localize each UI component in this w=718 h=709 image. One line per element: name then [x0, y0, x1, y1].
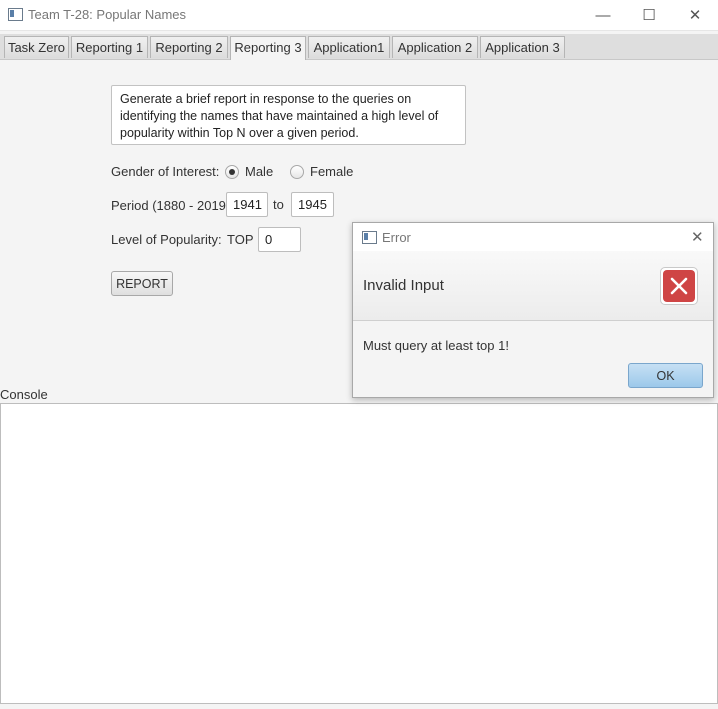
tab-application1[interactable]: Application1 — [308, 36, 390, 58]
error-badge — [663, 270, 695, 302]
tab-reporting-1[interactable]: Reporting 1 — [71, 36, 148, 58]
period-label: Period (1880 - 2019) — [111, 198, 231, 213]
male-radio[interactable] — [225, 165, 239, 179]
error-x-icon — [660, 267, 698, 305]
tab-task-zero[interactable]: Task Zero — [4, 36, 69, 58]
female-label[interactable]: Female — [310, 164, 353, 179]
report-button[interactable]: REPORT — [111, 271, 173, 296]
tab-application-3[interactable]: Application 3 — [480, 36, 565, 58]
report-description: Generate a brief report in response to t… — [111, 85, 466, 145]
female-radio[interactable] — [290, 165, 304, 179]
male-label[interactable]: Male — [245, 164, 273, 179]
console-textarea[interactable] — [0, 403, 718, 704]
dialog-header-text: Invalid Input — [363, 277, 444, 294]
gender-label: Gender of Interest: — [111, 164, 220, 179]
radio-selected-dot — [229, 169, 235, 175]
top-label: TOP — [227, 232, 254, 247]
dialog-close-button[interactable]: ✕ — [691, 228, 704, 246]
dialog-header: Invalid Input — [353, 251, 713, 321]
tab-reporting-2[interactable]: Reporting 2 — [150, 36, 228, 58]
tab-application-2[interactable]: Application 2 — [392, 36, 478, 58]
period-end-input[interactable]: 1945 — [291, 192, 334, 217]
top-n-input[interactable]: 0 — [258, 227, 301, 252]
app-window-icon — [8, 8, 23, 21]
dialog-message: Must query at least top 1! — [363, 338, 509, 353]
error-dialog: Error ✕ Invalid Input Must query at leas… — [352, 222, 714, 398]
dialog-titlebar: Error ✕ — [353, 223, 713, 251]
tab-bar: Task Zero Reporting 1 Reporting 2 Report… — [0, 34, 718, 60]
window-title: Team T-28: Popular Names — [28, 7, 186, 22]
tab-reporting-3[interactable]: Reporting 3 — [230, 36, 306, 60]
popularity-label: Level of Popularity: — [111, 232, 222, 247]
x-mark-icon — [670, 277, 688, 295]
period-start-input[interactable]: 1941 — [226, 192, 268, 217]
minimize-button[interactable]: — — [580, 0, 626, 30]
period-to-label: to — [273, 197, 284, 212]
dialog-title: Error — [382, 230, 411, 245]
window-titlebar: Team T-28: Popular Names — ☐ ✕ — [0, 0, 718, 31]
maximize-button[interactable]: ☐ — [626, 0, 672, 30]
console-label: Console — [0, 387, 48, 402]
ok-button[interactable]: OK — [628, 363, 703, 388]
dialog-window-icon — [362, 231, 377, 244]
close-button[interactable]: ✕ — [672, 0, 718, 30]
